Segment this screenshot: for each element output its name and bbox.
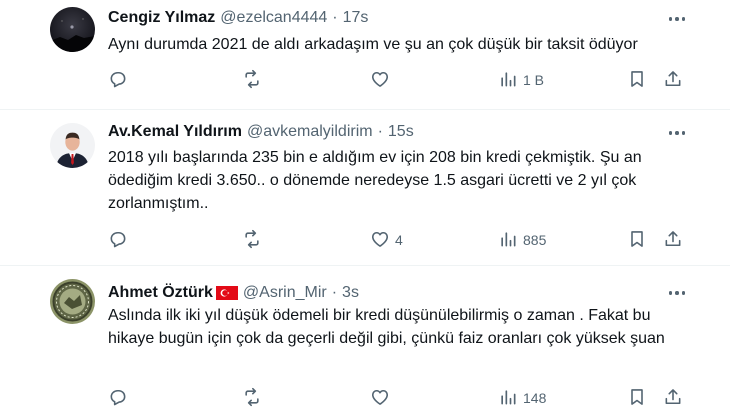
reply-button[interactable] bbox=[108, 387, 128, 409]
share-icon bbox=[663, 69, 683, 92]
tweet-actions: 148 bbox=[0, 387, 730, 409]
views-icon bbox=[498, 69, 518, 92]
tweet[interactable]: Av.Kemal Yıldırım @avkemalyildirim · 15s… bbox=[0, 110, 730, 266]
retweet-button[interactable] bbox=[242, 387, 262, 409]
views-button[interactable]: 148 bbox=[498, 387, 546, 409]
more-icon[interactable] bbox=[666, 283, 688, 303]
bookmark-button[interactable] bbox=[627, 69, 647, 91]
separator-dot: · bbox=[331, 284, 338, 301]
separator-dot: · bbox=[332, 9, 338, 26]
display-name[interactable]: Cengiz Yılmaz bbox=[108, 8, 215, 28]
heart-icon bbox=[370, 69, 390, 92]
tweet-actions: 1 B bbox=[0, 69, 730, 91]
reply-icon bbox=[108, 229, 128, 252]
avatar[interactable] bbox=[50, 123, 95, 168]
retweet-icon bbox=[242, 229, 262, 252]
tweet-actions: 4 885 bbox=[0, 229, 730, 251]
tweet[interactable]: Cengiz Yılmaz @ezelcan4444 · 17s Aynı du… bbox=[0, 0, 730, 110]
views-count: 885 bbox=[523, 232, 547, 248]
tweet-text: 2018 yılı başlarında 235 bin e aldığım e… bbox=[108, 149, 642, 212]
avatar[interactable] bbox=[50, 7, 95, 52]
display-name[interactable]: Ahmet Öztürk bbox=[108, 283, 213, 303]
bookmark-button[interactable] bbox=[627, 229, 647, 251]
reply-button[interactable] bbox=[108, 229, 128, 251]
avatar[interactable] bbox=[50, 279, 95, 324]
tweet[interactable]: Ahmet Öztürk @Asrin_Mir · 3s Aslında ilk… bbox=[0, 266, 730, 420]
retweet-button[interactable] bbox=[242, 229, 262, 251]
bookmark-icon bbox=[627, 69, 647, 92]
views-button[interactable]: 1 B bbox=[498, 69, 544, 91]
bookmark-icon bbox=[627, 387, 647, 410]
views-count: 148 bbox=[523, 390, 547, 406]
share-button[interactable] bbox=[663, 229, 683, 251]
tweet-text: Aslında ilk iki yıl düşük ödemeli bir kr… bbox=[108, 307, 665, 347]
retweet-icon bbox=[242, 387, 262, 410]
reply-button[interactable] bbox=[108, 69, 128, 91]
display-name[interactable]: Av.Kemal Yıldırım bbox=[108, 122, 242, 142]
bookmark-icon bbox=[627, 229, 647, 252]
views-count: 1 B bbox=[523, 72, 545, 88]
user-handle[interactable]: @Asrin_Mir bbox=[243, 283, 327, 303]
separator-dot: · bbox=[377, 123, 383, 140]
views-icon bbox=[498, 229, 518, 252]
turkey-flag-icon bbox=[215, 286, 238, 300]
reply-icon bbox=[108, 387, 128, 410]
heart-icon bbox=[370, 387, 390, 410]
views-button[interactable]: 885 bbox=[498, 229, 546, 251]
retweet-icon bbox=[242, 69, 262, 92]
like-button[interactable]: 4 bbox=[370, 229, 403, 251]
share-icon bbox=[663, 229, 683, 252]
timestamp[interactable]: 15s bbox=[388, 122, 414, 142]
user-handle[interactable]: @ezelcan4444 bbox=[220, 8, 327, 28]
like-button[interactable] bbox=[370, 69, 395, 91]
reply-icon bbox=[108, 69, 128, 92]
views-icon bbox=[498, 387, 518, 410]
tweet-header: Cengiz Yılmaz @ezelcan4444 · 17s bbox=[108, 8, 368, 28]
more-icon[interactable] bbox=[666, 9, 688, 29]
timestamp[interactable]: 3s bbox=[342, 283, 359, 303]
more-icon[interactable] bbox=[666, 123, 688, 143]
tweet-header: Av.Kemal Yıldırım @avkemalyildirim · 15s bbox=[108, 122, 414, 142]
share-button[interactable] bbox=[663, 387, 683, 409]
share-button[interactable] bbox=[663, 69, 683, 91]
tweet-header: Ahmet Öztürk @Asrin_Mir · 3s bbox=[108, 283, 359, 303]
timestamp[interactable]: 17s bbox=[343, 8, 369, 28]
retweet-button[interactable] bbox=[242, 69, 262, 91]
tweet-text: Aynı durumda 2021 de aldı arkadaşım ve ş… bbox=[108, 36, 638, 53]
share-icon bbox=[663, 387, 683, 410]
user-handle[interactable]: @avkemalyildirim bbox=[247, 122, 373, 142]
like-count: 4 bbox=[395, 232, 403, 248]
bookmark-button[interactable] bbox=[627, 387, 647, 409]
like-button[interactable] bbox=[370, 387, 395, 409]
heart-icon bbox=[370, 229, 390, 252]
